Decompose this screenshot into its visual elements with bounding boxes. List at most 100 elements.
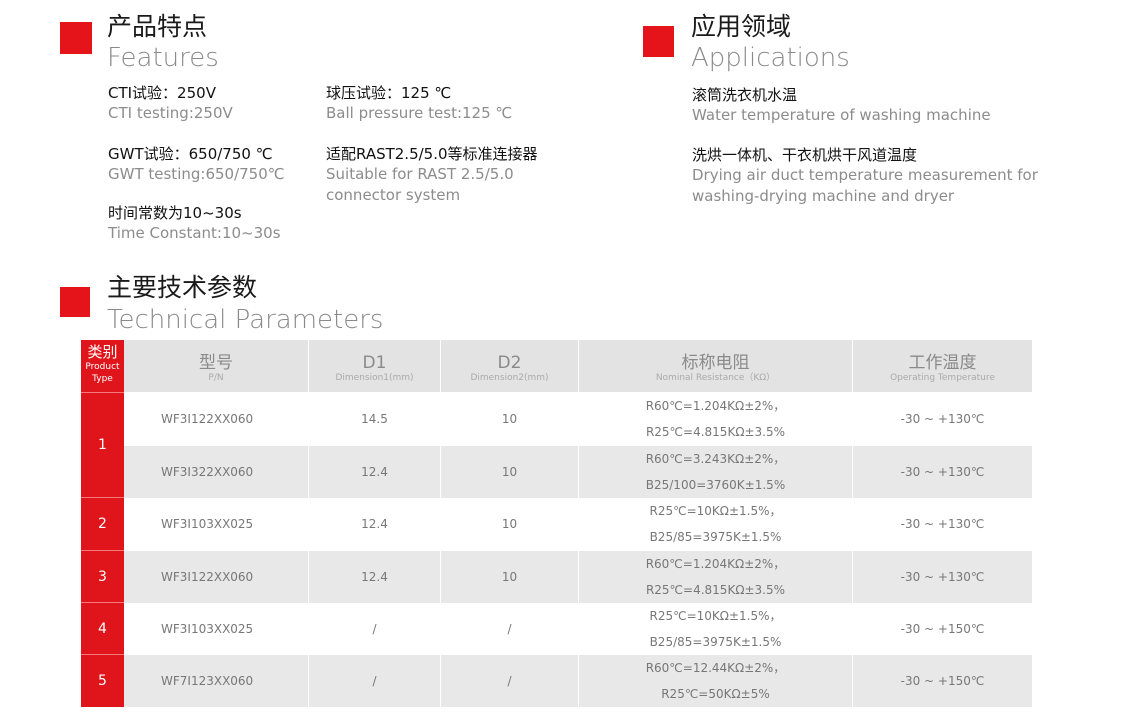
- header-cn: 型号: [199, 353, 233, 373]
- type-header-cn: 类别: [87, 343, 118, 361]
- type-header: 类别 Product Type: [81, 340, 124, 392]
- cell-pn: WF3I103XX025: [161, 517, 254, 531]
- header-en: Dimension1(mm): [335, 373, 414, 383]
- resistance-line: R60℃=3.243KΩ±2%，: [645, 452, 786, 466]
- params-title-cn: 主要技术参数: [107, 273, 258, 302]
- type-header-en1: Product: [85, 362, 120, 372]
- applications-marker: [643, 26, 674, 57]
- cell-temp: -30 ~ +150℃: [900, 622, 985, 636]
- cell-pn: WF3I103XX025: [161, 622, 254, 636]
- cell-d1: /: [372, 622, 377, 636]
- feature-sub: GWT testing:650/750℃: [108, 165, 285, 183]
- cell-temp: -30 ~ +130℃: [900, 412, 985, 426]
- cell-d1: 14.5: [361, 412, 388, 426]
- cell-pn: WF7I123XX060: [161, 674, 254, 688]
- cell-d1: /: [372, 674, 377, 688]
- feature-title: 适配RAST2.5/5.0等标准连接器: [326, 145, 538, 163]
- feature-title: CTI试验：250V: [108, 84, 216, 102]
- cell-d1: 12.4: [361, 465, 388, 479]
- application-sub: Water temperature of washing machine: [692, 106, 991, 124]
- type-number: 4: [98, 620, 107, 637]
- features-title-cn: 产品特点: [107, 12, 208, 41]
- cell-temp: -30 ~ +130℃: [900, 465, 985, 479]
- cell-d2: /: [507, 622, 512, 636]
- applications-title-en: Applications: [691, 43, 850, 73]
- resistance-line: R25℃=10KΩ±1.5%，: [649, 504, 782, 518]
- features-marker: [60, 22, 92, 54]
- cell-temp: -30 ~ +150℃: [900, 674, 985, 688]
- application-item: 洗烘一体机、干衣机烘干风道温度 Drying air duct temperat…: [692, 146, 1038, 207]
- resistance-line: R25℃=4.815KΩ±3.5%: [645, 583, 786, 597]
- type-number: 2: [98, 516, 107, 532]
- resistance-line: B25/100=3760K±1.5%: [645, 478, 786, 492]
- params-marker: [60, 287, 90, 317]
- header-cn: 工作温度: [908, 353, 977, 373]
- feature-sub: Suitable for RAST 2.5/5.0: [326, 165, 514, 183]
- cell-resistance: R60℃=3.243KΩ±2%， B25/100=3760K±1.5%: [579, 446, 852, 498]
- cell-pn: WF3I122XX060: [161, 412, 254, 426]
- feature-sub2: connector system: [326, 186, 461, 204]
- cell-d1: 12.4: [361, 570, 388, 584]
- feature-sub: CTI testing:250V: [108, 104, 233, 122]
- resistance-line: R25℃=10KΩ±1.5%，: [649, 609, 782, 623]
- cell-d2: 10: [501, 465, 518, 479]
- feature-item: 时间常数为10~30s Time Constant:10~30s: [108, 204, 281, 244]
- header-en: Nominal Resistance（KΩ）: [655, 373, 776, 383]
- header-temperature: 工作温度 Operating Temperature: [853, 340, 1032, 392]
- header-en: Operating Temperature: [890, 373, 995, 383]
- features-title-en: Features: [107, 43, 219, 73]
- cell-resistance: R60℃=1.204KΩ±2%， R25℃=4.815KΩ±3.5%: [579, 393, 852, 445]
- cell-pn: WF3I322XX060: [161, 465, 254, 479]
- column-divider: [440, 340, 441, 707]
- feature-sub: Ball pressure test:125 ℃: [326, 104, 513, 122]
- resistance-line: R25℃=50KΩ±5%: [661, 687, 770, 701]
- application-title: 滚筒洗衣机水温: [692, 86, 798, 104]
- parameters-table: 型号 P/N D1 Dimension1(mm) D2 Dimension2(m…: [81, 340, 1032, 707]
- resistance-line: B25/85=3975K±1.5%: [649, 635, 782, 649]
- column-divider: [852, 340, 853, 707]
- feature-title: GWT试验：650/750 ℃: [108, 145, 273, 163]
- header-cn: D2: [497, 353, 522, 373]
- cell-d2: 10: [501, 517, 518, 531]
- feature-title: 时间常数为10~30s: [108, 204, 242, 222]
- header-d2: D2 Dimension2(mm): [441, 340, 578, 392]
- header-en: Dimension2(mm): [470, 373, 549, 383]
- application-sub: Drying air duct temperature measurement …: [692, 166, 1038, 184]
- column-divider: [578, 340, 579, 707]
- cell-d2: 10: [501, 412, 518, 426]
- application-sub2: washing-drying machine and dryer: [692, 187, 955, 205]
- type-number: 1: [98, 437, 107, 453]
- cell-d2: 10: [501, 570, 518, 584]
- applications-title-cn: 应用领域: [691, 12, 792, 41]
- cell-resistance: R25℃=10KΩ±1.5%， B25/85=3975K±1.5%: [579, 498, 852, 550]
- type-number: 3: [98, 568, 107, 585]
- feature-item: GWT试验：650/750 ℃ GWT testing:650/750℃: [108, 145, 285, 185]
- header-cn: D1: [362, 353, 387, 373]
- header-d1: D1 Dimension1(mm): [309, 340, 440, 392]
- feature-item: 适配RAST2.5/5.0等标准连接器 Suitable for RAST 2.…: [326, 145, 538, 206]
- resistance-line: B25/85=3975K±1.5%: [649, 530, 782, 544]
- feature-title: 球压试验：125 ℃: [326, 84, 452, 102]
- cell-d1: 12.4: [361, 517, 388, 531]
- feature-sub: Time Constant:10~30s: [108, 224, 281, 242]
- header-resistance: 标称电阻 Nominal Resistance（KΩ）: [579, 340, 852, 392]
- cell-resistance: R60℃=1.204KΩ±2%， R25℃=4.815KΩ±3.5%: [579, 551, 852, 603]
- cell-resistance: R60℃=12.44KΩ±2%， R25℃=50KΩ±5%: [579, 655, 852, 707]
- resistance-line: R60℃=12.44KΩ±2%，: [645, 661, 786, 675]
- application-item: 滚筒洗衣机水温 Water temperature of washing mac…: [692, 86, 991, 126]
- resistance-line: R25℃=4.815KΩ±3.5%: [645, 425, 786, 439]
- feature-item: 球压试验：125 ℃ Ball pressure test:125 ℃: [326, 84, 512, 124]
- cell-resistance: R25℃=10KΩ±1.5%， B25/85=3975K±1.5%: [579, 603, 852, 655]
- product-type-column: 类别 Product Type 1 2 3 4 5: [81, 340, 124, 707]
- header-en: P/N: [208, 373, 224, 383]
- cell-pn: WF3I122XX060: [161, 570, 254, 584]
- feature-item: CTI试验：250V CTI testing:250V: [108, 84, 233, 124]
- cell-temp: -30 ~ +130℃: [900, 517, 985, 531]
- resistance-line: R60℃=1.204KΩ±2%，: [645, 557, 786, 571]
- cell-d2: /: [507, 674, 512, 688]
- application-title: 洗烘一体机、干衣机烘干风道温度: [692, 146, 918, 164]
- column-divider: [308, 340, 309, 707]
- params-title-en: Technical Parameters: [107, 305, 384, 335]
- header-cn: 标称电阻: [681, 353, 750, 373]
- resistance-line: R60℃=1.204KΩ±2%，: [645, 399, 786, 413]
